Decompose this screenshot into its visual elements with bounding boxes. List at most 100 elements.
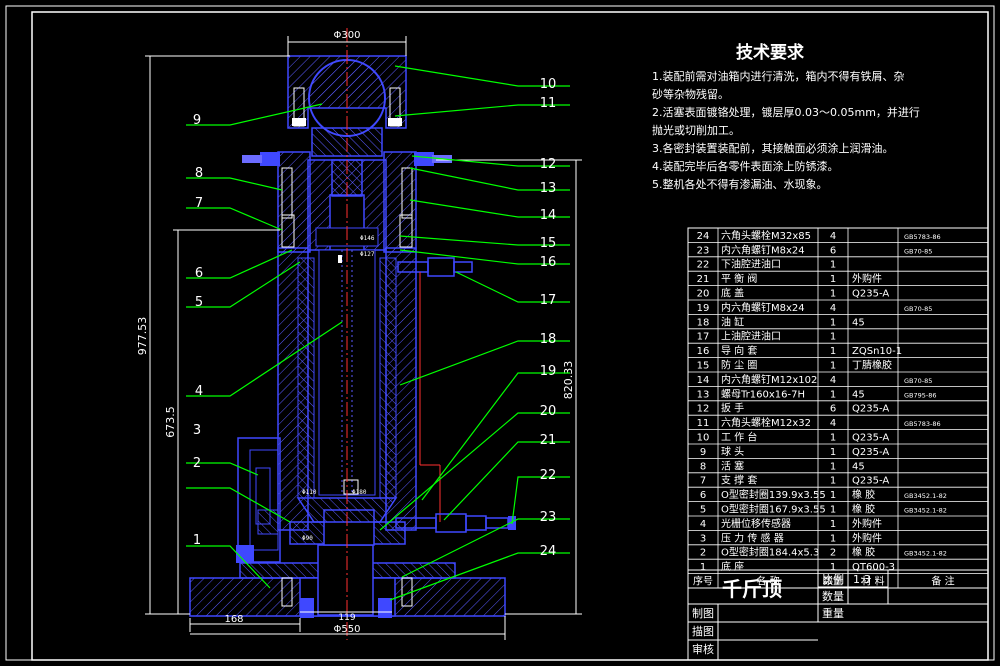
bom-cell-name: 六角头螺栓M32x85 — [721, 229, 811, 242]
bom-cell-no: 6 — [700, 490, 706, 501]
callout-13: 13 — [540, 181, 557, 196]
bom-cell-material: 橡 胶 — [852, 503, 875, 516]
bom-cell-qty: 4 — [830, 303, 836, 314]
callout-17: 17 — [540, 293, 557, 308]
dim-bottom-inner: 119 — [338, 613, 355, 623]
bom-cell-no: 21 — [697, 274, 710, 285]
callout-16: 16 — [540, 255, 557, 270]
bom-cell-no: 5 — [700, 505, 706, 516]
bom-cell-no: 3 — [700, 533, 706, 544]
bom-cell-qty: 1 — [830, 389, 836, 400]
tech-line-7: 5.整机各处不得有渗漏油、水现象。 — [652, 177, 828, 191]
dim-bottom-width: Φ550 — [334, 624, 361, 635]
callout-2: 2 — [193, 456, 201, 471]
bom-cell-no: 12 — [697, 404, 710, 415]
cad-drawing-window: Φ300 977.53 673.5 820.33 168 Φ550 119 Φ1… — [0, 0, 1000, 666]
dim-small-5: Φ180 — [352, 489, 367, 496]
pressure-sensor-part — [236, 437, 281, 563]
tech-line-3: 2.活塞表面镀铬处理，镀层厚0.03～0.05mm，并进行 — [652, 105, 920, 119]
tech-line-4: 抛光或切削加工。 — [652, 123, 740, 137]
bom-cell-name: 底 座 — [721, 560, 744, 573]
bom-cell-material: 45 — [852, 461, 865, 472]
bom-cell-name: O型密封圈139.9x3.55 — [721, 488, 826, 501]
tech-line-5: 3.各密封装置装配前，其接触面必须涂上润滑油。 — [652, 141, 894, 155]
dim-overall-height: 977.53 — [136, 317, 149, 356]
callout-3: 3 — [193, 423, 201, 438]
bom-cell-qty: 1 — [830, 447, 836, 458]
bom-cell-note: GB5783-86 — [904, 420, 941, 428]
bom-cell-qty: 6 — [830, 245, 836, 256]
dim-right-height: 820.33 — [562, 361, 575, 400]
drawing-title: 千斤顶 — [722, 577, 782, 601]
bom-cell-name: 支 撑 套 — [721, 474, 757, 487]
bom-cell-no: 10 — [697, 433, 710, 444]
bom-cell-no: 16 — [697, 346, 710, 357]
callout-9: 9 — [193, 113, 201, 128]
callout-4: 4 — [195, 384, 203, 399]
tech-line-2: 砂等杂物残留。 — [652, 87, 729, 101]
dim-small-4: Φ90 — [302, 535, 313, 542]
callout-5: 5 — [195, 295, 203, 310]
bom-cell-no: 14 — [697, 375, 710, 386]
bom-cell-qty: 1 — [830, 461, 836, 472]
bom-cell-name: O型密封圈167.9x3.55 — [721, 503, 826, 516]
bom-cell-name: 工 作 台 — [721, 431, 757, 444]
bom-cell-qty: 1 — [830, 562, 836, 573]
callout-numbers-right: 10 11 12 13 14 15 16 17 18 19 20 21 22 2… — [540, 77, 557, 559]
bom-cell-name: 压 力 传 感 器 — [721, 531, 784, 544]
bom-cell-name: 内六角螺钉M12x102 — [721, 373, 817, 386]
bom-cell-no: 13 — [697, 389, 710, 400]
callout-15: 15 — [540, 236, 557, 251]
bom-cell-name: 内六角螺钉M8x24 — [721, 301, 805, 314]
draw-label: 制图 — [692, 607, 714, 620]
weight-label: 重量 — [822, 606, 844, 620]
bom-cell-qty: 4 — [830, 375, 836, 386]
bom-cell-note: GB70-85 — [904, 377, 932, 385]
bom-cell-qty: 1 — [830, 476, 836, 487]
bom-header-no: 序号 — [693, 575, 713, 588]
dim-small-3: Φ110 — [302, 489, 317, 496]
bom-cell-note: GB795-86 — [904, 391, 937, 399]
bom-cell-name: 油 缸 — [721, 315, 744, 328]
bom-cell-no: 17 — [697, 332, 710, 343]
bom-cell-material: 橡 胶 — [852, 546, 875, 559]
bom-cell-name: O型密封圈184.4x5.3 — [721, 546, 819, 559]
bom-cell-name: 内六角螺钉M8x24 — [721, 243, 805, 256]
bom-cell-no: 18 — [697, 317, 710, 328]
callout-23: 23 — [540, 510, 557, 525]
bom-cell-no: 4 — [700, 519, 706, 530]
bom-cell-name: 球 头 — [721, 445, 744, 458]
bom-cell-material: 45 — [852, 317, 865, 328]
bom-cell-qty: 1 — [830, 289, 836, 300]
bom-cell-name: 活 塞 — [721, 459, 744, 472]
callout-14: 14 — [540, 208, 557, 223]
bom-cell-material: Q235-A — [852, 433, 889, 444]
bom-cell-no: 22 — [697, 260, 710, 271]
dim-small-1: Φ146 — [360, 235, 375, 242]
bom-cell-note: GB3452.1-82 — [904, 507, 947, 515]
dim-base-offset: 168 — [224, 614, 243, 625]
callout-20: 20 — [540, 404, 557, 419]
callout-6: 6 — [195, 266, 203, 281]
bom-cell-no: 23 — [697, 245, 710, 256]
trace-label: 描图 — [692, 624, 714, 638]
bom-cell-no: 2 — [700, 548, 706, 559]
review-label: 审核 — [692, 642, 714, 656]
bom-cell-no: 20 — [697, 289, 710, 300]
bom-cell-name: 六角头螺栓M12x32 — [721, 416, 811, 429]
bom-cell-no: 7 — [700, 476, 706, 487]
bom-cell-name: 底 盖 — [721, 287, 744, 300]
bom-cell-name: 导 向 套 — [721, 344, 757, 357]
scale-value: 1:3 — [853, 573, 871, 586]
outer-frame — [5, 5, 995, 661]
bom-cell-name: 扳 手 — [721, 402, 744, 415]
tech-requirements: 技术要求 1.装配前需对油箱内进行清洗，箱内不得有铁屑、杂 砂等杂物残留。 2.… — [652, 42, 920, 191]
bom-cell-material: Q235-A — [852, 447, 889, 458]
tech-line-6: 4.装配完毕后各零件表面涂上防锈漆。 — [652, 159, 839, 173]
bom-cell-qty: 1 — [830, 332, 836, 343]
bom-cell-material: 外购件 — [852, 517, 882, 530]
bom-cell-qty: 1 — [830, 490, 836, 501]
bom-cell-name: 螺母Tr160x16-7H — [721, 388, 805, 400]
bom-cell-qty: 1 — [830, 433, 836, 444]
bom-cell-qty: 1 — [830, 505, 836, 516]
